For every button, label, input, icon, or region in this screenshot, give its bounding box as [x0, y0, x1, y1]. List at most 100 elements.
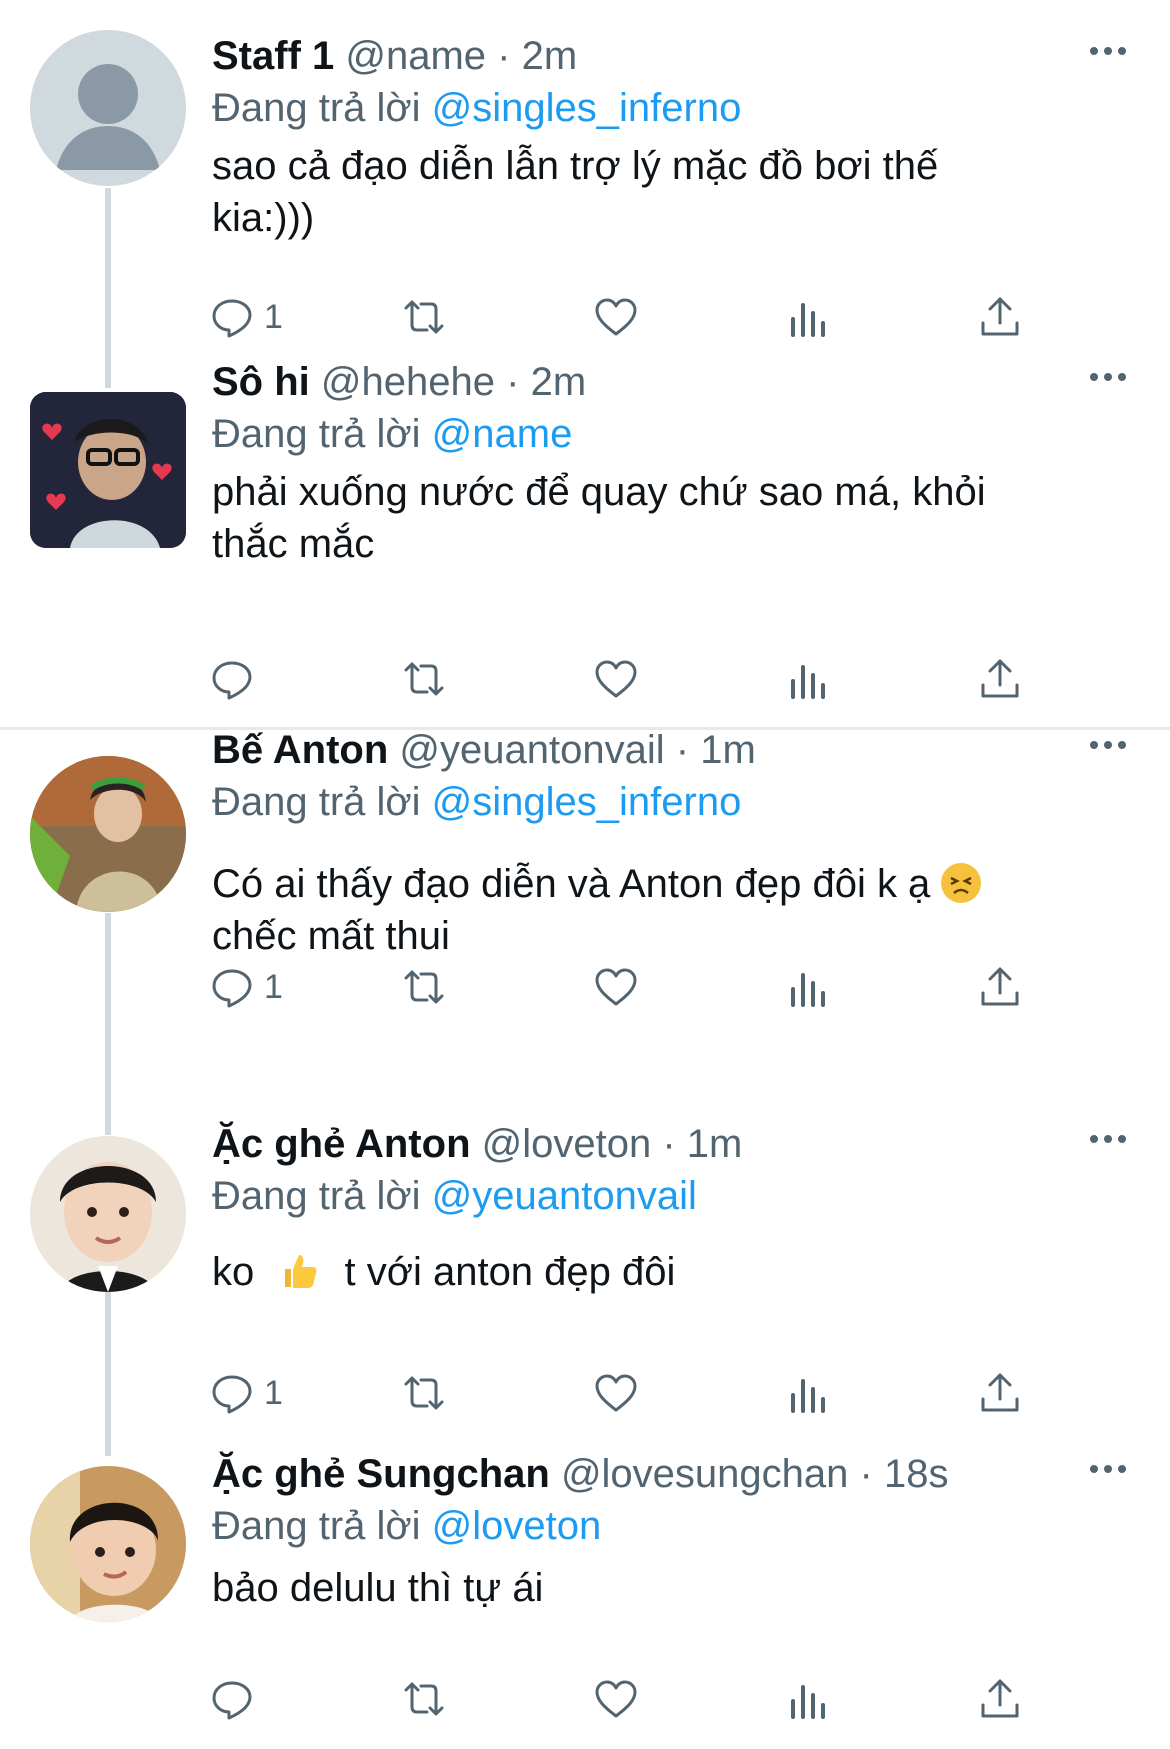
separator: · — [675, 728, 690, 772]
tweet-text: sao cả đạo diễn lẫn trợ lý mặc đồ bơi th… — [212, 140, 1092, 244]
views-button[interactable] — [784, 1672, 832, 1726]
retweet-button[interactable] — [400, 960, 448, 1014]
handle[interactable]: @yeuantonvail — [399, 728, 664, 772]
handle[interactable]: @loveton — [482, 1122, 652, 1166]
retweet-arrows-icon — [404, 1682, 444, 1716]
more-options-button[interactable] — [1086, 356, 1130, 396]
handle[interactable]: @hehehe — [321, 360, 495, 404]
retweet-button[interactable] — [400, 290, 448, 344]
replying-to: Đang trả lời @name — [212, 408, 572, 460]
tweet[interactable]: Sô hi @hehehe · 2m Đang trả lời @name ph… — [0, 360, 1170, 720]
timestamp[interactable]: 1m — [700, 728, 756, 772]
default-avatar-icon — [56, 64, 160, 170]
display-name[interactable]: Ặc ghẻ Anton — [212, 1122, 471, 1166]
share-button[interactable] — [976, 290, 1024, 344]
text-line: Có ai thấy đạo diễn và Anton đẹp đôi k ạ — [212, 858, 1092, 910]
display-name[interactable]: Ặc ghẻ Sungchan — [212, 1452, 550, 1496]
tweet-header: Bế Anton @yeuantonvail · 1m — [212, 724, 756, 776]
reply-count: 1 — [264, 297, 283, 336]
timestamp[interactable]: 18s — [884, 1452, 949, 1496]
retweet-button[interactable] — [400, 1672, 448, 1726]
avatar[interactable] — [30, 1136, 186, 1292]
tweet[interactable]: Bế Anton @yeuantonvail · 1m Đang trả lời… — [0, 728, 1170, 1120]
timestamp[interactable]: 2m — [531, 360, 587, 404]
ellipsis-icon — [1090, 1135, 1098, 1143]
reply-button[interactable]: 1 — [208, 290, 283, 344]
views-button[interactable] — [784, 960, 832, 1014]
replying-to: Đang trả lời @loveton — [212, 1500, 601, 1552]
action-bar — [212, 652, 1072, 706]
avatar[interactable] — [30, 1466, 186, 1622]
mention-link[interactable]: @name — [432, 412, 573, 456]
bar-chart-icon — [791, 303, 825, 337]
handle[interactable]: @lovesungchan — [561, 1452, 848, 1496]
tweet-text: ko t với anton đẹp đôi — [212, 1246, 1092, 1298]
reply-prefix: Đang trả lời — [212, 412, 421, 456]
replying-to: Đang trả lời @yeuantonvail — [212, 1170, 697, 1222]
mention-link[interactable]: @singles_inferno — [432, 86, 742, 130]
bar-chart-icon — [791, 665, 825, 699]
text-segment: t với anton đẹp đôi — [344, 1250, 676, 1294]
share-button[interactable] — [976, 1366, 1024, 1420]
reply-button[interactable] — [208, 1672, 256, 1726]
timestamp[interactable]: 1m — [687, 1122, 743, 1166]
speech-bubble-icon — [212, 1681, 252, 1720]
mention-link[interactable]: @loveton — [432, 1504, 602, 1548]
views-button[interactable] — [784, 290, 832, 344]
avatar[interactable] — [30, 392, 186, 548]
reply-button[interactable]: 1 — [208, 960, 283, 1014]
like-button[interactable] — [592, 1366, 640, 1420]
like-button[interactable] — [592, 1672, 640, 1726]
more-options-button[interactable] — [1086, 1118, 1130, 1158]
share-upload-icon — [981, 297, 1019, 336]
separator: · — [497, 34, 511, 78]
mention-link[interactable]: @yeuantonvail — [432, 1174, 697, 1218]
ellipsis-icon — [1090, 373, 1098, 381]
reply-prefix: Đang trả lời — [212, 780, 421, 824]
like-button[interactable] — [592, 960, 640, 1014]
thumbs-up-emoji — [279, 1251, 319, 1291]
like-button[interactable] — [592, 290, 640, 344]
bar-chart-icon — [791, 1685, 825, 1719]
timestamp[interactable]: 2m — [522, 34, 578, 78]
handle[interactable]: @name — [345, 34, 486, 78]
heart-icon — [595, 1374, 637, 1412]
mention-link[interactable]: @singles_inferno — [432, 780, 742, 824]
bar-chart-icon — [791, 973, 825, 1007]
share-upload-icon — [981, 1679, 1019, 1718]
speech-bubble-icon — [212, 969, 252, 1008]
more-options-button[interactable] — [1086, 724, 1130, 764]
tweet[interactable]: Ặc ghẻ Anton @loveton · 1m Đang trả lời … — [0, 1120, 1170, 1450]
text-line: sao cả đạo diễn lẫn trợ lý mặc đồ bơi th… — [212, 144, 939, 188]
persevering-face-emoji — [941, 863, 982, 903]
display-name[interactable]: Staff 1 — [212, 34, 334, 78]
like-button[interactable] — [592, 652, 640, 706]
ellipsis-icon — [1090, 47, 1098, 55]
tweet[interactable]: Staff 1 @name · 2m Đang trả lời @singles… — [0, 0, 1170, 360]
share-button[interactable] — [976, 1672, 1024, 1726]
display-name[interactable]: Bế Anton — [212, 728, 388, 772]
more-options-button[interactable] — [1086, 30, 1130, 70]
reply-button[interactable]: 1 — [208, 1366, 283, 1420]
profile-photo — [30, 1466, 186, 1622]
more-options-button[interactable] — [1086, 1448, 1130, 1488]
replying-to: Đang trả lời @singles_inferno — [212, 82, 741, 134]
retweet-arrows-icon — [404, 1376, 444, 1410]
views-button[interactable] — [784, 1366, 832, 1420]
tweet-header: Ặc ghẻ Sungchan @lovesungchan · 18s — [212, 1448, 948, 1500]
avatar[interactable] — [30, 756, 186, 912]
retweet-arrows-icon — [404, 300, 444, 334]
display-name[interactable]: Sô hi — [212, 360, 310, 404]
speech-bubble-icon — [212, 299, 252, 338]
retweet-button[interactable] — [400, 1366, 448, 1420]
bar-chart-icon — [791, 1379, 825, 1413]
reply-button[interactable] — [208, 652, 256, 706]
tweet[interactable]: Ặc ghẻ Sungchan @lovesungchan · 18s Đang… — [0, 1450, 1170, 1749]
retweet-button[interactable] — [400, 652, 448, 706]
avatar[interactable] — [30, 30, 186, 186]
share-button[interactable] — [976, 960, 1024, 1014]
views-button[interactable] — [784, 652, 832, 706]
share-button[interactable] — [976, 652, 1024, 706]
text-segment: Có ai thấy đạo diễn và Anton đẹp đôi k ạ — [212, 862, 931, 906]
reply-count: 1 — [264, 967, 283, 1006]
